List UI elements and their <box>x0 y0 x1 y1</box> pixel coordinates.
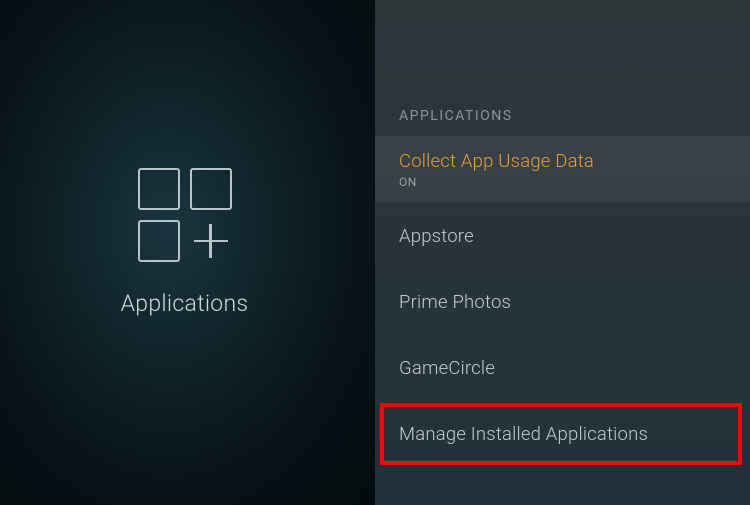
menu-item-title: Prime Photos <box>399 291 726 313</box>
menu-item-title: GameCircle <box>399 357 726 379</box>
menu-item-manage-installed-applications[interactable]: Manage Installed Applications <box>375 401 750 467</box>
applications-icon <box>138 168 232 262</box>
menu-item-gamecircle[interactable]: GameCircle <box>375 335 750 401</box>
apps-icon-square-bl <box>138 220 180 262</box>
menu-item-title: Collect App Usage Data <box>399 150 726 172</box>
menu-item-status: ON <box>399 175 726 189</box>
plus-icon <box>190 220 232 262</box>
settings-menu-panel: APPLICATIONS Collect App Usage Data ON A… <box>375 0 750 505</box>
menu-item-appstore[interactable]: Appstore <box>375 203 750 269</box>
section-header: APPLICATIONS <box>375 108 750 124</box>
menu-item-prime-photos[interactable]: Prime Photos <box>375 269 750 335</box>
apps-icon-square-tr <box>190 168 232 210</box>
menu-item-title: Manage Installed Applications <box>399 423 726 445</box>
menu-item-title: Appstore <box>399 225 726 247</box>
category-title: Applications <box>121 290 249 317</box>
apps-icon-square-tl <box>138 168 180 210</box>
left-detail-panel: Applications <box>0 0 375 505</box>
menu-item-collect-app-usage[interactable]: Collect App Usage Data ON <box>375 136 750 203</box>
